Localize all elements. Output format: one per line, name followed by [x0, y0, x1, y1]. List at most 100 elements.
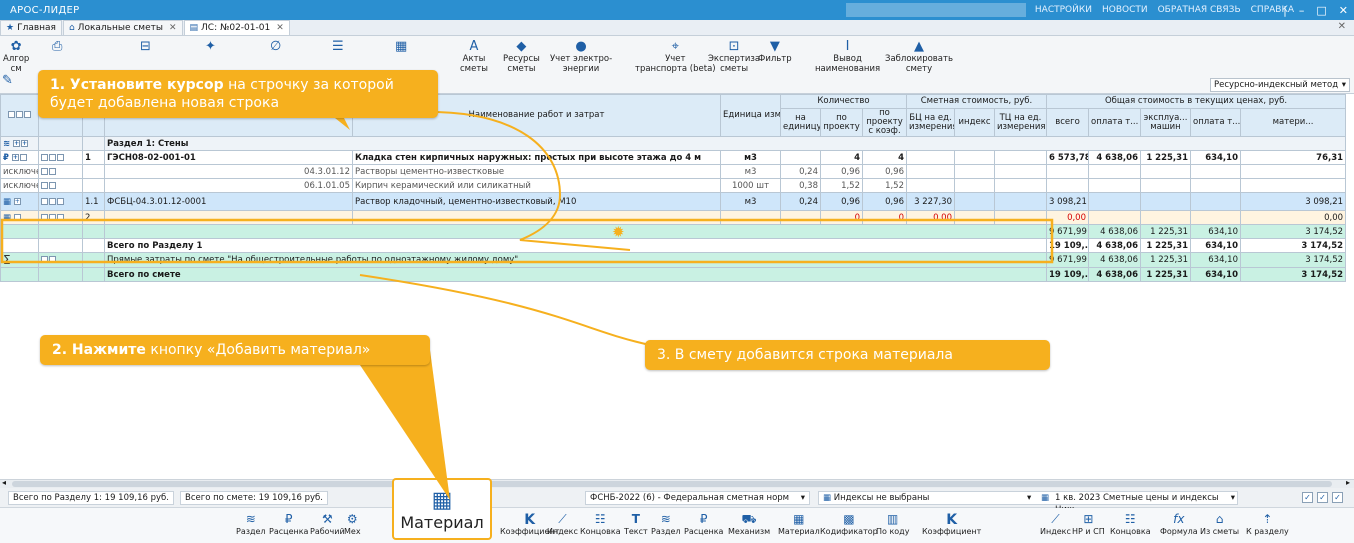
- edit-button[interactable]: ✎: [2, 74, 13, 88]
- new-name-cell[interactable]: [352, 210, 721, 225]
- sum-wage: 4 638,06: [1088, 267, 1141, 282]
- algorithm-button[interactable]: ✿ Алгор см: [3, 40, 29, 75]
- list-button[interactable]: ☰: [332, 40, 344, 54]
- indices-select[interactable]: ▦ Индексы не выбраны ▾ ▦ 1 кв. 2023 Смет…: [818, 491, 1238, 515]
- name-output-button[interactable]: I Вывод наименования: [815, 40, 880, 75]
- add-worker-button[interactable]: ⚒ Рабочий: [310, 512, 345, 536]
- close-icon[interactable]: ✕: [1338, 21, 1346, 32]
- new-basis-cell[interactable]: [104, 210, 353, 225]
- sum-all: 19 109,...: [1046, 267, 1089, 282]
- table-row-new[interactable]: ▦ 2 0 0 0,00 0,00 0,00: [0, 210, 1347, 225]
- attach-button[interactable]: ∅: [270, 40, 281, 54]
- sum-row[interactable]: 9 671,99 4 638,06 1 225,31 634,10 3 174,…: [0, 224, 1347, 239]
- arrow-up-icon: ⇡: [1262, 512, 1273, 526]
- scroll-right-icon[interactable]: ▸: [1346, 478, 1350, 487]
- row-all: 6 573,78: [1046, 150, 1089, 165]
- codifier-button[interactable]: ▩ Кодификатор: [820, 512, 878, 536]
- add-material-button[interactable]: ▦ Материал: [392, 478, 492, 540]
- table-row[interactable]: исключен 06.1.01.05 Кирпич керамический …: [0, 178, 1347, 193]
- lock-estimate-button[interactable]: ▲ Заблокировать смету: [885, 40, 953, 75]
- nr-sp-button[interactable]: ⊞ НР и СП: [1072, 512, 1105, 536]
- section-total: Всего по Разделу 1: 19 109,16 руб.: [8, 491, 174, 505]
- mechanism-button[interactable]: ⛟ Механизм: [728, 512, 770, 536]
- check-toggle-2[interactable]: ✓: [1317, 492, 1328, 503]
- minimize-button[interactable]: –: [1299, 4, 1305, 17]
- chevron-down-icon: ▾: [1230, 493, 1235, 503]
- coefficient-button-2[interactable]: K Коэффициент: [922, 512, 981, 536]
- expertise-button[interactable]: ⊡ Экспертиза сметы: [708, 40, 760, 75]
- norm-base-select[interactable]: ФСНБ-2022 (6) - Федеральная сметная норм…: [585, 491, 810, 505]
- settings-link[interactable]: НАСТРОЙКИ: [1035, 5, 1092, 15]
- to-section-button[interactable]: ⇡ К разделу: [1246, 512, 1289, 536]
- table-row[interactable]: ₽ + 1 ГЭСН08-02-001-01 Кладка стен кирпи…: [0, 150, 1347, 165]
- acts-button[interactable]: A Акты сметы: [460, 39, 488, 75]
- electricity-button[interactable]: ● Учет электро-энергии: [550, 40, 612, 75]
- cost-header: Сметная стоимость, руб.: [906, 94, 1047, 109]
- collapse-button[interactable]: ⊟: [140, 40, 151, 54]
- checkbox-cell: [38, 150, 83, 165]
- by-code-button[interactable]: ▥ По коду: [876, 512, 909, 536]
- section-row[interactable]: ≋ + + Раздел 1: Стены: [0, 136, 1347, 151]
- letter-a-icon: A: [469, 39, 479, 54]
- close-icon[interactable]: ✕: [169, 23, 177, 33]
- material-button-small[interactable]: ▦ Материал: [778, 512, 820, 536]
- material-button-label: Материал: [400, 513, 484, 532]
- row-all: 3 098,21: [1046, 192, 1089, 211]
- check-toggle-3[interactable]: ✓: [1332, 492, 1343, 503]
- add-mech-button[interactable]: ⚙ Мех: [344, 512, 361, 536]
- btn-label: К разделу: [1246, 527, 1289, 536]
- add-text-button[interactable]: T Текст: [624, 512, 648, 536]
- resources-button[interactable]: ◆ Ресурсы сметы: [503, 40, 540, 75]
- table-row-selected[interactable]: ▦ + 1.1 ФСБЦ-04.3.01.12-0001 Раствор кла…: [0, 192, 1347, 211]
- close-window-button[interactable]: ✕: [1339, 4, 1348, 17]
- sum-wage2: 634,10: [1190, 224, 1241, 239]
- add-section-button[interactable]: ≋ Раздел: [236, 512, 266, 536]
- btn-label: Концовка: [580, 527, 621, 536]
- chart-icon: ⟋: [1051, 512, 1060, 526]
- tab-label: Локальные сметы: [77, 23, 163, 33]
- pin-button[interactable]: ✦: [205, 40, 216, 54]
- horizontal-scrollbar[interactable]: ◂ ▸: [0, 478, 1354, 488]
- tab-bar: ★ Главная ⌂ Локальные сметы ✕ ▤ ЛС: №02-…: [0, 20, 1354, 36]
- barcode-icon: ▥: [887, 512, 899, 526]
- from-estimate-button[interactable]: ⌂ Из сметы: [1200, 512, 1239, 536]
- callout-text: кнопку «Добавить материал»: [145, 342, 371, 358]
- chevron-down-icon: ▾: [1027, 493, 1032, 503]
- check-toggle-1[interactable]: ✓: [1302, 492, 1313, 503]
- news-link[interactable]: НОВОСТИ: [1102, 5, 1148, 15]
- maximize-button[interactable]: □: [1316, 4, 1326, 17]
- star-marker-icon: ✹: [612, 223, 625, 241]
- sum-row[interactable]: Всего по смете 19 109,... 4 638,06 1 225…: [0, 267, 1347, 282]
- qty-project-header: по проекту: [820, 108, 863, 137]
- title-bar: АРОС-ЛИДЕР НАСТРОЙКИ НОВОСТИ ОБРАТНАЯ СВ…: [0, 0, 1354, 20]
- feedback-link[interactable]: ОБРАТНАЯ СВЯЗЬ: [1158, 5, 1241, 15]
- method-select-value: Ресурсно-индексный метод: [1214, 80, 1339, 90]
- table-row[interactable]: исключен 04.3.01.12 Растворы цементно-из…: [0, 164, 1347, 179]
- index-button-2[interactable]: ⟋ Индекс: [1040, 512, 1071, 536]
- calc-button[interactable]: ▦: [395, 40, 407, 54]
- tab-local-estimates[interactable]: ⌂ Локальные сметы ✕: [62, 20, 183, 35]
- scroll-left-icon[interactable]: ◂: [2, 478, 6, 487]
- new-unit-cell[interactable]: [720, 210, 781, 225]
- scrollbar-thumb[interactable]: [12, 481, 1332, 487]
- ending-button-2[interactable]: ☷ Концовка: [1110, 512, 1151, 536]
- sum-row[interactable]: Σ Прямые затраты по смете "На общестроит…: [0, 252, 1347, 268]
- add-rate-button[interactable]: ₽ Расценка: [269, 512, 308, 536]
- tab-home[interactable]: ★ Главная: [0, 20, 62, 35]
- rate-button-2[interactable]: ₽ Расценка: [684, 512, 723, 536]
- close-icon[interactable]: ✕: [276, 23, 284, 33]
- brick-icon: ▦: [431, 488, 453, 513]
- section-button-2[interactable]: ≋ Раздел: [651, 512, 681, 536]
- indices-value: Индексы не выбраны: [833, 493, 930, 503]
- btn-label: Из сметы: [1200, 527, 1240, 536]
- tab-estimate[interactable]: ▤ ЛС: №02-01-01 ✕: [183, 20, 290, 35]
- method-select[interactable]: Ресурсно-индексный метод ▾: [1210, 78, 1350, 92]
- filter-button[interactable]: ▼ Фильтр: [758, 40, 792, 65]
- add-ending-button[interactable]: ☷ Концовка: [580, 512, 621, 536]
- sum-row[interactable]: Всего по Разделу 1 19 109,... 4 638,06 1…: [0, 238, 1347, 253]
- total-all-header: всего: [1046, 108, 1089, 137]
- print-button[interactable]: ⎙: [52, 40, 62, 54]
- formula-button[interactable]: fx Формула: [1160, 512, 1198, 536]
- transport-button[interactable]: ⌖ Учет транспорта (beta): [635, 40, 716, 75]
- add-index-button[interactable]: ⟋ Индекс: [547, 512, 578, 536]
